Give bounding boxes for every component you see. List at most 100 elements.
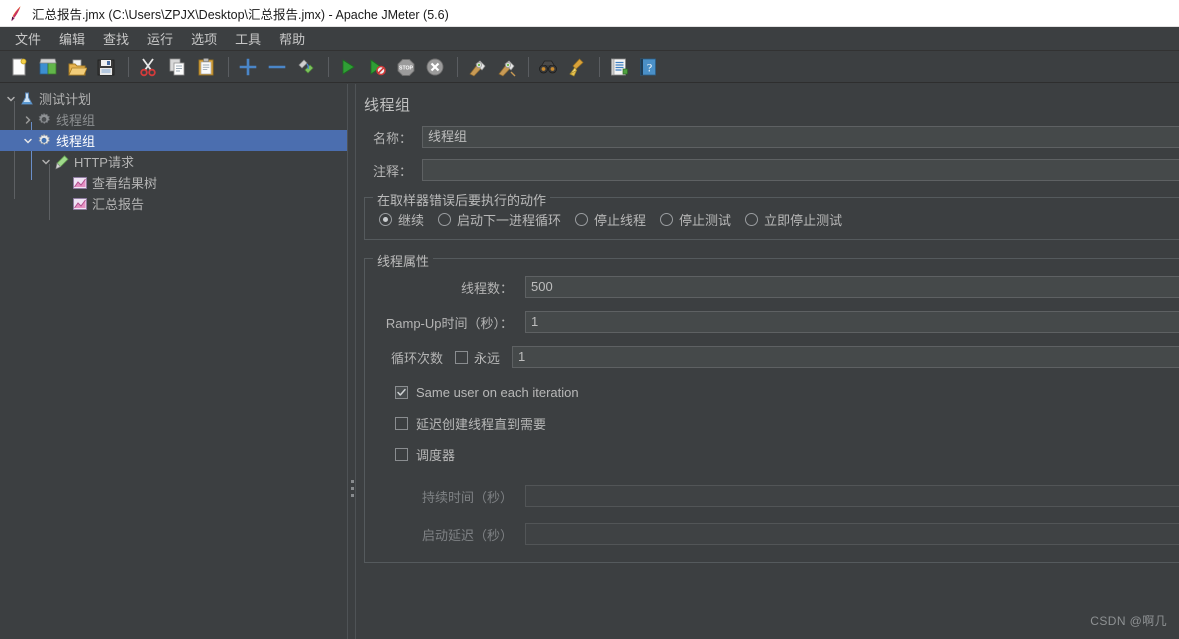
open-folder-icon[interactable] bbox=[64, 54, 90, 80]
main-content: 测试计划 线程组 线程组 HTTP请求 查看结果树 汇总报告 线程组 名称： 线… bbox=[0, 84, 1179, 639]
thread-properties-legend: 线程属性 bbox=[373, 251, 434, 270]
toggle-enable-icon[interactable] bbox=[293, 54, 319, 80]
startup-delay-label: 启动延迟（秒） bbox=[421, 527, 513, 543]
tree-node-thread-group-disabled[interactable]: 线程组 bbox=[0, 109, 347, 130]
test-plan-tree[interactable]: 测试计划 线程组 线程组 HTTP请求 查看结果树 汇总报告 bbox=[0, 84, 347, 639]
thread-properties-group: 线程属性 线程数： 500 Ramp-Up时间（秒）： 1 循环次数 永远 1 bbox=[364, 251, 1179, 563]
same-user-checkbox[interactable]: Same user on each iteration bbox=[365, 377, 1179, 408]
tree-node-label: 线程组 bbox=[56, 113, 96, 128]
radio-label: 停止线程 bbox=[594, 213, 647, 228]
menu-search[interactable]: 查找 bbox=[94, 26, 138, 51]
menu-run[interactable]: 运行 bbox=[138, 26, 182, 51]
checkbox-unchecked-icon[interactable] bbox=[455, 350, 468, 364]
panel-splitter[interactable] bbox=[347, 84, 356, 639]
splitter-grip-icon[interactable] bbox=[351, 480, 354, 502]
checkbox-unchecked-icon[interactable] bbox=[395, 448, 408, 461]
search-binoculars-icon[interactable] bbox=[535, 54, 561, 80]
radio-unselected-icon[interactable] bbox=[575, 213, 589, 226]
loop-count-input[interactable]: 1 bbox=[512, 346, 1179, 368]
tree-node-label: HTTP请求 bbox=[74, 155, 134, 170]
page-title: 线程组 bbox=[364, 97, 411, 114]
tree-node-thread-group-selected[interactable]: 线程组 bbox=[0, 130, 347, 151]
loop-forever-checkbox[interactable]: 永远 bbox=[455, 348, 500, 367]
test-plan-icon bbox=[18, 90, 35, 107]
toolbar-separator bbox=[128, 56, 129, 77]
radio-stop-thread[interactable]: 停止线程 bbox=[575, 210, 646, 229]
watermark-text: CSDN @啊几 bbox=[1090, 614, 1167, 628]
radio-stop-test[interactable]: 停止测试 bbox=[660, 210, 731, 229]
toolbar-separator bbox=[528, 56, 529, 77]
comment-input[interactable] bbox=[422, 159, 1179, 181]
startup-delay-input bbox=[525, 523, 1179, 545]
paste-clipboard-icon[interactable] bbox=[193, 54, 219, 80]
svg-text:?: ? bbox=[647, 60, 652, 74]
help-question-icon[interactable]: ? bbox=[635, 54, 661, 80]
tree-node-test-plan[interactable]: 测试计划 bbox=[0, 88, 347, 109]
scheduler-label: 调度器 bbox=[416, 448, 456, 463]
chevron-down-icon[interactable] bbox=[39, 151, 53, 172]
radio-continue[interactable]: 继续 bbox=[379, 210, 424, 229]
ramp-up-input[interactable]: 1 bbox=[525, 311, 1179, 333]
name-field-row: 名称： 线程组 bbox=[356, 126, 1179, 148]
thread-group-disabled-icon bbox=[35, 111, 52, 128]
menu-options[interactable]: 选项 bbox=[182, 26, 226, 51]
name-label: 名称： bbox=[372, 130, 412, 146]
startup-delay-row: 启动延迟（秒） bbox=[365, 520, 1179, 548]
num-threads-input[interactable]: 500 bbox=[525, 276, 1179, 298]
window-titlebar: 汇总报告.jmx (C:\Users\ZPJX\Desktop\汇总报告.jmx… bbox=[0, 0, 1179, 27]
collapse-minus-icon[interactable] bbox=[264, 54, 290, 80]
open-templates-icon[interactable] bbox=[35, 54, 61, 80]
new-file-icon[interactable] bbox=[6, 54, 32, 80]
name-input[interactable]: 线程组 bbox=[422, 126, 1179, 148]
scheduler-checkbox[interactable]: 调度器 bbox=[365, 439, 1179, 470]
tree-node-view-results-tree[interactable]: 查看结果树 bbox=[0, 172, 347, 193]
reset-search-broom-icon[interactable] bbox=[564, 54, 590, 80]
radio-label: 继续 bbox=[398, 213, 425, 228]
tree-node-summary-report[interactable]: 汇总报告 bbox=[0, 193, 347, 214]
chevron-down-icon[interactable] bbox=[4, 88, 18, 109]
main-toolbar: STOP ? bbox=[0, 51, 1179, 83]
radio-selected-icon[interactable] bbox=[379, 213, 392, 226]
http-request-icon bbox=[53, 153, 70, 170]
radio-start-next-loop[interactable]: 启动下一进程循环 bbox=[438, 210, 561, 229]
checkbox-unchecked-icon[interactable] bbox=[395, 417, 408, 430]
tree-node-label: 汇总报告 bbox=[92, 197, 145, 212]
sampler-error-action-legend: 在取样器错误后要执行的动作 bbox=[373, 190, 551, 209]
tree-node-label: 测试计划 bbox=[39, 92, 92, 107]
tree-node-http-request[interactable]: HTTP请求 bbox=[0, 151, 347, 172]
function-helper-icon[interactable] bbox=[606, 54, 632, 80]
checkbox-checked-icon[interactable] bbox=[395, 386, 408, 399]
radio-stop-test-now[interactable]: 立即停止测试 bbox=[745, 210, 842, 229]
menu-tools[interactable]: 工具 bbox=[226, 26, 270, 51]
duration-row: 持续时间（秒） bbox=[365, 482, 1179, 510]
radio-unselected-icon[interactable] bbox=[745, 213, 759, 226]
copy-icon[interactable] bbox=[164, 54, 190, 80]
loop-forever-label: 永远 bbox=[474, 350, 501, 366]
start-no-timers-icon[interactable] bbox=[364, 54, 390, 80]
menu-file[interactable]: 文件 bbox=[6, 26, 50, 51]
stop-icon[interactable]: STOP bbox=[393, 54, 419, 80]
loop-count-label: 循环次数 bbox=[390, 350, 443, 366]
clear-broom-icon[interactable] bbox=[464, 54, 490, 80]
tree-node-label: 查看结果树 bbox=[92, 176, 158, 191]
start-play-icon[interactable] bbox=[335, 54, 361, 80]
radio-label: 启动下一进程循环 bbox=[457, 213, 562, 228]
radio-unselected-icon[interactable] bbox=[438, 213, 452, 226]
delayed-thread-creation-checkbox[interactable]: 延迟创建线程直到需要 bbox=[365, 408, 1179, 439]
thread-group-config-panel: 线程组 名称： 线程组 注释： 在取样器错误后要执行的动作 继续 启动下一进程循… bbox=[356, 84, 1179, 639]
radio-unselected-icon[interactable] bbox=[660, 213, 674, 226]
shutdown-icon[interactable] bbox=[422, 54, 448, 80]
toolbar-separator bbox=[599, 56, 600, 77]
duration-input bbox=[525, 485, 1179, 507]
toolbar-separator bbox=[328, 56, 329, 77]
chevron-right-icon[interactable] bbox=[21, 109, 35, 130]
expand-plus-icon[interactable] bbox=[235, 54, 261, 80]
menu-help[interactable]: 帮助 bbox=[270, 26, 314, 51]
menu-edit[interactable]: 编辑 bbox=[50, 26, 94, 51]
cut-scissors-icon[interactable] bbox=[135, 54, 161, 80]
clear-all-broom-icon[interactable] bbox=[493, 54, 519, 80]
chevron-down-icon[interactable] bbox=[21, 130, 35, 151]
toolbar-separator bbox=[457, 56, 458, 77]
save-icon[interactable] bbox=[93, 54, 119, 80]
same-user-label: Same user on each iteration bbox=[416, 385, 579, 400]
